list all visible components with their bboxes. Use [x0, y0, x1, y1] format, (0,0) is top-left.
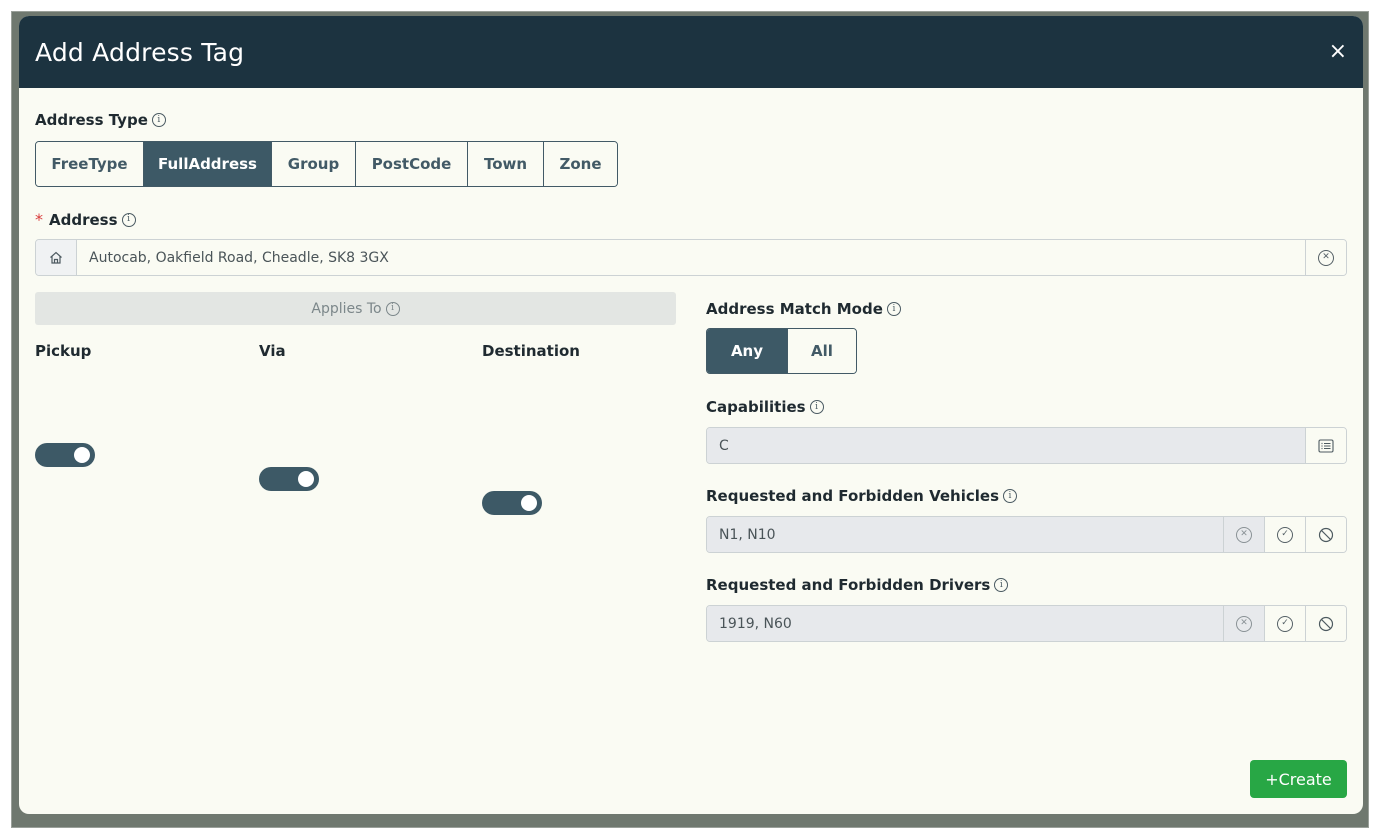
- address-type-freetype[interactable]: FreeType: [36, 142, 144, 186]
- forbid-drivers-button[interactable]: [1305, 606, 1346, 641]
- address-label: * Address i: [35, 210, 136, 229]
- required-marker: *: [35, 210, 43, 229]
- drivers-label-text: Requested and Forbidden Drivers: [706, 576, 991, 594]
- capabilities-label-text: Capabilities: [706, 398, 806, 416]
- info-icon[interactable]: i: [809, 400, 824, 414]
- clear-circle-icon: ✕: [1236, 615, 1252, 632]
- pickup-toggle[interactable]: [35, 443, 95, 467]
- clear-vehicles-button[interactable]: ✕: [1223, 517, 1264, 552]
- vehicles-input-group: N1, N10 ✕ ✓: [706, 516, 1347, 553]
- clear-address-button[interactable]: ✕: [1305, 240, 1346, 275]
- toggle-knob: [74, 447, 90, 463]
- address-input[interactable]: Autocab, Oakfield Road, Cheadle, SK8 3GX: [77, 240, 1305, 275]
- match-mode-selector: Any All: [706, 328, 857, 374]
- toggle-knob: [298, 471, 314, 487]
- destination-label: Destination: [482, 342, 580, 360]
- match-mode-label: Address Match Mode i: [706, 300, 901, 318]
- drivers-input[interactable]: 1919, N60: [707, 606, 1223, 641]
- check-circle-icon: ✓: [1277, 526, 1293, 543]
- clear-drivers-button[interactable]: ✕: [1223, 606, 1264, 641]
- close-icon[interactable]: ×: [1329, 41, 1347, 63]
- add-address-tag-dialog: Add Address Tag × Address Type i FreeTyp…: [19, 16, 1363, 814]
- plus-icon: +: [1265, 769, 1279, 789]
- capabilities-input[interactable]: C: [707, 428, 1305, 463]
- list-icon: [1318, 438, 1334, 453]
- check-circle-icon: ✓: [1277, 615, 1293, 632]
- forbidden-icon: [1318, 616, 1334, 631]
- address-input-group: Autocab, Oakfield Road, Cheadle, SK8 3GX…: [35, 239, 1347, 276]
- match-mode-any[interactable]: Any: [707, 329, 788, 373]
- vehicles-input[interactable]: N1, N10: [707, 517, 1223, 552]
- applies-to-label: Applies To: [311, 300, 382, 317]
- address-type-town[interactable]: Town: [468, 142, 544, 186]
- drivers-input-group: 1919, N60 ✕ ✓: [706, 605, 1347, 642]
- request-vehicles-button[interactable]: ✓: [1264, 517, 1305, 552]
- address-type-group[interactable]: Group: [272, 142, 356, 186]
- forbid-vehicles-button[interactable]: [1305, 517, 1346, 552]
- via-toggle[interactable]: [259, 467, 319, 491]
- forbidden-icon: [1318, 527, 1334, 542]
- vehicles-label-text: Requested and Forbidden Vehicles: [706, 487, 999, 505]
- info-icon[interactable]: i: [1003, 489, 1017, 503]
- address-type-zone[interactable]: Zone: [544, 142, 617, 186]
- toggle-knob: [521, 495, 537, 511]
- info-icon[interactable]: i: [385, 301, 400, 316]
- home-icon: [36, 240, 77, 275]
- request-drivers-button[interactable]: ✓: [1264, 606, 1305, 641]
- match-mode-label-text: Address Match Mode: [706, 300, 883, 318]
- dialog-title: Add Address Tag: [35, 37, 245, 67]
- address-type-postcode[interactable]: PostCode: [356, 142, 468, 186]
- vehicles-label: Requested and Forbidden Vehicles i: [706, 487, 1017, 505]
- clear-circle-icon: ✕: [1236, 526, 1252, 543]
- match-mode-all[interactable]: All: [788, 329, 856, 373]
- address-label-text: Address: [49, 210, 118, 229]
- address-type-selector: FreeType FullAddress Group PostCode Town…: [35, 141, 618, 187]
- applies-to-header: Applies To i: [35, 292, 676, 325]
- info-icon[interactable]: i: [886, 302, 901, 316]
- address-type-label: Address Type i: [35, 111, 166, 129]
- info-icon[interactable]: i: [994, 578, 1009, 592]
- destination-toggle[interactable]: [482, 491, 542, 515]
- create-button-label: Create: [1278, 769, 1332, 789]
- info-icon[interactable]: i: [121, 212, 136, 227]
- create-button[interactable]: + Create: [1250, 760, 1347, 798]
- drivers-label: Requested and Forbidden Drivers i: [706, 576, 1009, 594]
- via-label: Via: [259, 342, 286, 360]
- capabilities-input-group: C: [706, 427, 1347, 464]
- dialog-header: Add Address Tag ×: [19, 16, 1363, 88]
- pickup-label: Pickup: [35, 342, 92, 360]
- capabilities-label: Capabilities i: [706, 398, 824, 416]
- address-type-fulladdress[interactable]: FullAddress: [144, 142, 272, 186]
- info-icon[interactable]: i: [151, 113, 166, 127]
- clear-circle-icon: ✕: [1318, 249, 1334, 266]
- capabilities-list-button[interactable]: [1305, 428, 1346, 463]
- address-type-label-text: Address Type: [35, 111, 148, 129]
